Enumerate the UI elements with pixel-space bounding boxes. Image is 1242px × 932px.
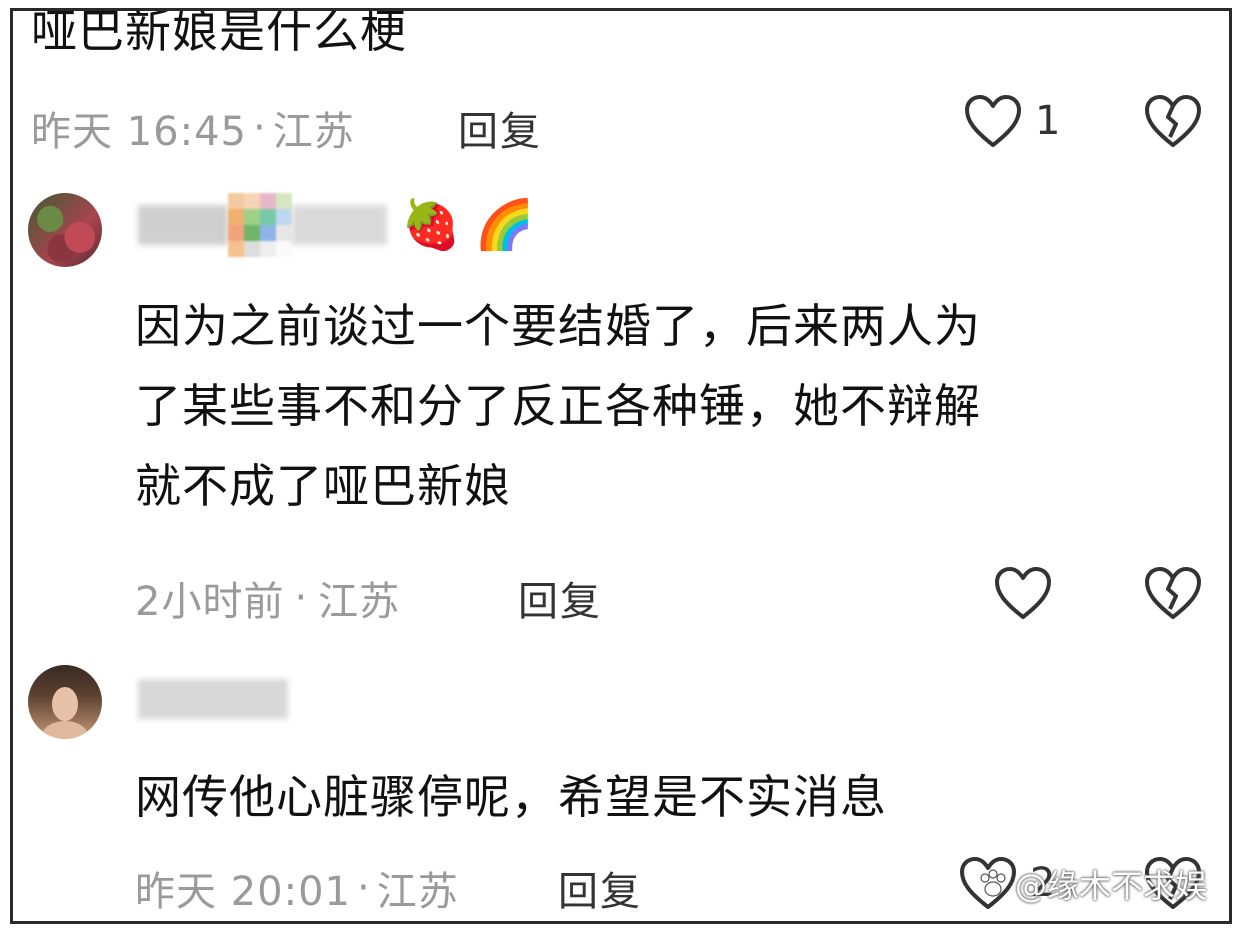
broken-heart-icon (1145, 95, 1201, 147)
watermark-text: @缘木不求娱 (1014, 867, 1207, 905)
watermark: @缘木不求娱 (977, 861, 1207, 907)
comment-line: 了某些事不和分了反正各种锤，她不辩解 (135, 379, 981, 433)
username-blurred[interactable] (138, 679, 288, 719)
meta-separator: · (357, 865, 371, 911)
comment-time: 昨天 16:45 (31, 109, 247, 155)
reply-button[interactable]: 回复 (518, 569, 602, 627)
reply-button[interactable]: 回复 (458, 99, 542, 157)
dislike-button[interactable] (1143, 93, 1203, 153)
like-count: 1 (1035, 98, 1061, 144)
dislike-button[interactable] (1143, 565, 1203, 625)
like-button[interactable]: 1 (963, 93, 1060, 149)
reply-button[interactable]: 回复 (558, 859, 642, 917)
broken-heart-icon (1145, 567, 1201, 619)
rainbow-emoji: 🌈 (474, 197, 535, 253)
comment-line: 就不成了哑巴新娘 (135, 459, 511, 513)
heart-outline-icon (995, 567, 1051, 619)
comment-line: 网传他心脏骤停呢，希望是不实消息 (135, 770, 887, 824)
comment-location: 江苏 (272, 109, 355, 155)
meta-separator: · (253, 105, 267, 151)
comment-meta: 昨天 20:01 · 江苏 (135, 859, 459, 917)
avatar[interactable] (28, 665, 102, 739)
meta-separator: · (294, 575, 309, 621)
paw-icon (980, 869, 1006, 897)
like-button[interactable] (993, 565, 1053, 621)
top-comment-text: 哑巴新娘是什么梗 (31, 8, 407, 58)
comment-location: 江苏 (318, 579, 401, 625)
comment-text: 因为之前谈过一个要结婚了，后来两人为 了某些事不和分了反正各种锤，她不辩解 就不… (135, 286, 981, 526)
comment-text: 网传他心脏骤停呢，希望是不实消息 (135, 757, 887, 837)
strawberry-emoji: 🍓 (401, 197, 461, 253)
avatar[interactable] (28, 193, 102, 267)
comment-panel: 哑巴新娘是什么梗 昨天 16:45 · 江苏 回复 1 🍓 🌈 因为之前谈过一个… (10, 8, 1232, 924)
comment-meta: 2小时前 · 江苏 (135, 569, 400, 627)
comment-location: 江苏 (376, 869, 459, 915)
comment-time: 昨天 20:01 (135, 869, 351, 915)
top-comment-meta: 昨天 16:45 · 江苏 (31, 99, 355, 157)
comment-time: 2小时前 (135, 579, 285, 625)
comment-line: 因为之前谈过一个要结婚了，后来两人为 (135, 299, 981, 353)
heart-outline-icon (965, 95, 1021, 147)
username-blurred[interactable]: 🍓 🌈 (138, 193, 535, 257)
